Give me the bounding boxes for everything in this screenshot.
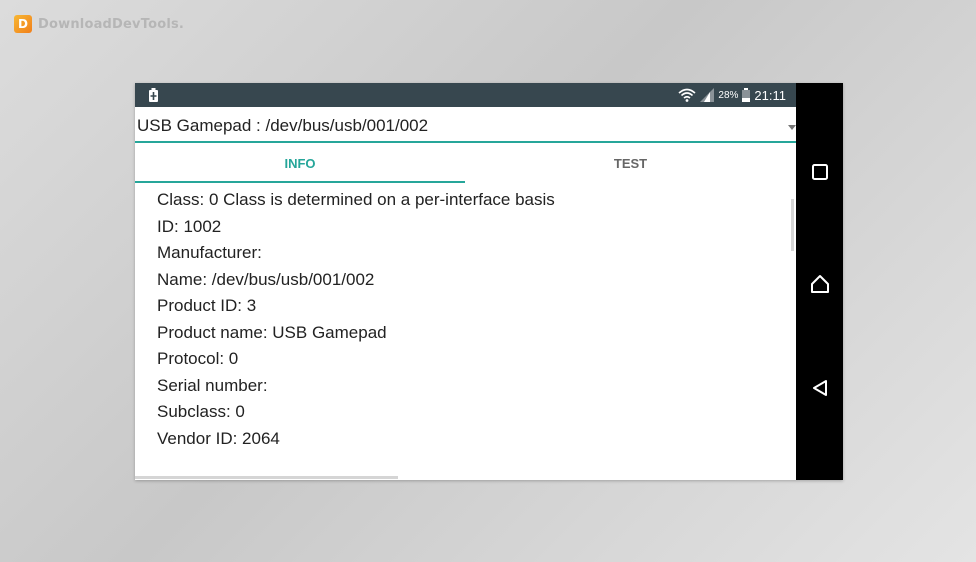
tab-info[interactable]: INFO bbox=[135, 143, 465, 183]
horizontal-scrollbar[interactable] bbox=[135, 476, 398, 479]
home-icon bbox=[811, 275, 829, 293]
back-button[interactable] bbox=[809, 377, 831, 399]
wifi-icon bbox=[678, 88, 696, 102]
info-protocol: Protocol: 0 bbox=[157, 349, 239, 368]
battery-level: 28% bbox=[718, 89, 739, 101]
status-bar: 28% 21:11 bbox=[135, 83, 796, 107]
watermark: D DownloadDevTools. bbox=[14, 14, 184, 34]
status-icons: 28% 21:11 bbox=[678, 86, 786, 104]
watermark-text: DownloadDevTools. bbox=[38, 16, 185, 32]
vertical-scrollbar[interactable] bbox=[791, 199, 794, 251]
navigation-bar bbox=[796, 83, 843, 480]
info-name: Name: /dev/bus/usb/001/002 bbox=[157, 269, 375, 289]
recents-icon bbox=[812, 164, 828, 180]
info-vendor-id: Vendor ID: 2064 bbox=[157, 428, 280, 448]
device-spinner-value: USB Gamepad : /dev/bus/usb/001/002 bbox=[137, 116, 429, 135]
battery-charging-icon bbox=[149, 88, 158, 102]
tab-bar: INFO TEST bbox=[135, 143, 796, 183]
signal-icon bbox=[700, 88, 715, 102]
info-product-id: Product ID: 3 bbox=[157, 296, 257, 315]
app-content: USB Gamepad : /dev/bus/usb/001/002 INFO … bbox=[135, 107, 796, 480]
home-button[interactable] bbox=[809, 273, 831, 295]
back-icon bbox=[813, 380, 827, 396]
info-manufacturer: Manufacturer: bbox=[157, 243, 262, 262]
info-list: Class: 0 Class is determined on a per-in… bbox=[157, 187, 777, 452]
info-id: ID: 1002 bbox=[157, 216, 222, 236]
info-subclass: Subclass: 0 bbox=[157, 402, 245, 421]
battery-icon bbox=[742, 88, 751, 102]
info-product-name: Product name: USB Gamepad bbox=[157, 322, 387, 342]
info-serial-number: Serial number: bbox=[157, 375, 268, 395]
info-class: Class: 0 Class is determined on a per-in… bbox=[157, 190, 555, 209]
dropdown-arrow-icon bbox=[788, 125, 796, 130]
device-spinner[interactable]: USB Gamepad : /dev/bus/usb/001/002 bbox=[135, 107, 796, 141]
phone-screen: 28% 21:11 USB Gamepad : /dev/bus/usb/001… bbox=[135, 83, 843, 480]
tab-test[interactable]: TEST bbox=[465, 143, 796, 183]
recents-button[interactable] bbox=[809, 161, 831, 183]
watermark-logo: D bbox=[14, 15, 32, 33]
clock: 21:11 bbox=[754, 87, 786, 103]
tab-indicator bbox=[135, 181, 465, 183]
